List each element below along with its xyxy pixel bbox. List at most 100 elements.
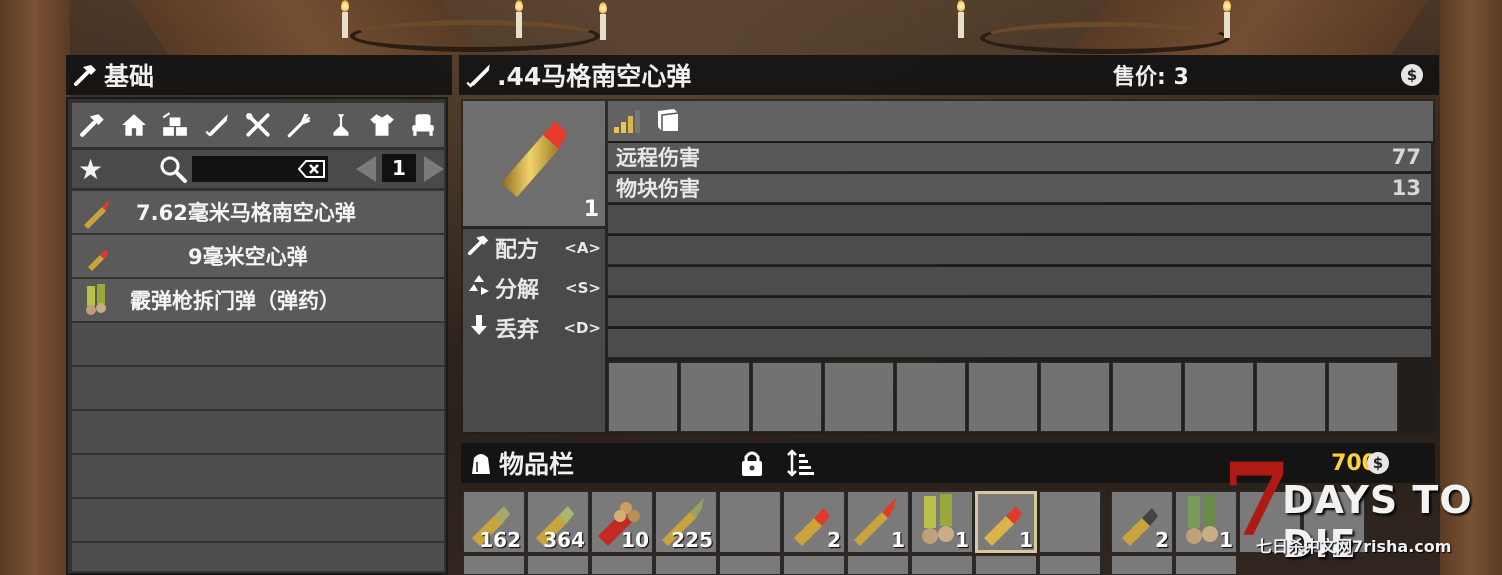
inventory-slot[interactable]: 162: [463, 491, 525, 553]
inventory-slot[interactable]: [655, 555, 717, 575]
ammo-icon[interactable]: [201, 109, 233, 141]
book-icon[interactable]: [654, 107, 682, 137]
slot-quantity: 2: [1155, 528, 1169, 552]
recipe-item[interactable]: 9毫米空心弹: [72, 235, 444, 279]
recipe-action-button[interactable]: 配方 <A>: [467, 231, 603, 265]
backpack-icon: [467, 449, 495, 477]
candle-flame: [957, 0, 965, 12]
hammer-icon[interactable]: [77, 109, 109, 141]
recipe-item-empty: [72, 367, 444, 411]
fork-icon[interactable]: [283, 109, 315, 141]
inventory-slot[interactable]: [719, 555, 781, 575]
stat-tabs: [608, 101, 1433, 141]
craft-header: 基础: [66, 55, 452, 95]
inventory-slot[interactable]: 10: [591, 491, 653, 553]
favorite-star-icon[interactable]: ★: [78, 153, 103, 186]
candle: [958, 12, 964, 38]
ingredient-slot[interactable]: [1328, 362, 1398, 432]
recipe-item-empty: [72, 543, 444, 573]
chandelier: [980, 22, 1230, 54]
ingredient-slot[interactable]: [896, 362, 966, 432]
drop-action-button[interactable]: 丢弃 <D>: [467, 311, 603, 345]
stat-value: 77: [1391, 145, 1421, 169]
ingredient-slot[interactable]: [752, 362, 822, 432]
rifle-round-icon: [72, 192, 122, 232]
stat-row-empty: [608, 327, 1431, 357]
hammer-icon: [72, 61, 100, 89]
blocks-icon[interactable]: [159, 109, 191, 141]
ammo-icon: [465, 61, 493, 89]
ingredient-slot[interactable]: [608, 362, 678, 432]
stat-row: 物块伤害 13: [608, 172, 1431, 202]
inventory-slot[interactable]: 1: [911, 491, 973, 553]
ceiling-beam: [0, 0, 70, 575]
inventory-slot[interactable]: [783, 555, 845, 575]
action-hotkey: <D>: [563, 319, 601, 337]
search-icon: [158, 154, 188, 188]
lock-icon[interactable]: [739, 449, 765, 483]
ingredient-slot[interactable]: [968, 362, 1038, 432]
prev-page-button[interactable]: [356, 156, 376, 182]
inventory-slot[interactable]: [591, 555, 653, 575]
hollow-point-icon: [501, 121, 567, 197]
inventory-slot[interactable]: [527, 555, 589, 575]
tools-icon[interactable]: [242, 109, 274, 141]
scrap-action-button[interactable]: 分解 <S>: [467, 271, 603, 305]
inventory-slot[interactable]: 225: [655, 491, 717, 553]
inventory-slot[interactable]: [911, 555, 973, 575]
ingredient-slot[interactable]: [680, 362, 750, 432]
inventory-slot[interactable]: [1039, 555, 1101, 575]
stat-row-empty: [608, 203, 1431, 233]
quality-bars-icon[interactable]: [614, 109, 642, 137]
ingredient-slot[interactable]: [1112, 362, 1182, 432]
ingredient-slot[interactable]: [1256, 362, 1326, 432]
inventory-slot[interactable]: [847, 555, 909, 575]
stat-row: 远程伤害 77: [608, 141, 1431, 171]
recipe-label: 7.62毫米马格南空心弹: [136, 201, 356, 225]
chair-icon[interactable]: [407, 109, 439, 141]
candle-flame: [1223, 0, 1231, 12]
inventory-slot[interactable]: 1: [847, 491, 909, 553]
next-page-button[interactable]: [424, 156, 444, 182]
inventory-slot[interactable]: [463, 555, 525, 575]
house-icon[interactable]: [118, 109, 150, 141]
inventory-slot[interactable]: 2: [783, 491, 845, 553]
slot-quantity: 225: [671, 528, 713, 552]
inventory-slot-empty[interactable]: [719, 491, 781, 553]
item-preview-slot: 1: [463, 101, 605, 226]
inventory-slot[interactable]: 364: [527, 491, 589, 553]
candle-flame: [599, 2, 607, 14]
inventory-slot[interactable]: 2: [1111, 491, 1173, 553]
recipe-item[interactable]: 霰弹枪拆门弹（弹药）: [72, 279, 444, 323]
ingredient-slot[interactable]: [1040, 362, 1110, 432]
slot-quantity: 364: [543, 528, 585, 552]
shirt-icon[interactable]: [366, 109, 398, 141]
science-icon[interactable]: [325, 109, 357, 141]
site-watermark: 七日杀中文网7risha.com: [1256, 537, 1452, 556]
action-label: 配方: [495, 238, 540, 263]
coin-icon: $: [1367, 452, 1389, 474]
shotgun-shell-icon: [72, 280, 122, 320]
craft-title: 基础: [104, 62, 155, 91]
inventory-slot[interactable]: [1111, 555, 1173, 575]
candle: [1224, 12, 1230, 38]
candle: [342, 12, 348, 38]
recipe-item[interactable]: 7.62毫米马格南空心弹: [72, 191, 444, 235]
search-row: ★ 1: [72, 150, 444, 188]
recipe-label: 霰弹枪拆门弹（弹药）: [130, 289, 340, 313]
stat-name: 物块伤害: [616, 177, 700, 201]
ingredient-slot[interactable]: [824, 362, 894, 432]
inventory-slot-empty[interactable]: [1039, 491, 1101, 553]
inventory-slot-selected[interactable]: 1: [975, 491, 1037, 553]
recipe-item-empty: [72, 455, 444, 499]
action-label: 分解: [495, 278, 540, 303]
inventory-slot[interactable]: [975, 555, 1037, 575]
stat-row-empty: [608, 234, 1431, 264]
sort-icon[interactable]: [787, 449, 815, 483]
recipe-label: 9毫米空心弹: [188, 245, 308, 269]
ingredient-slot[interactable]: [1184, 362, 1254, 432]
craft-panel: ★ 1 7.62毫米马格南空心弹 9毫米空心弹 霰弹枪拆门弹（弹药）: [66, 97, 448, 575]
slot-quantity: 162: [479, 528, 521, 552]
clear-search-icon[interactable]: [297, 159, 326, 183]
chandelier: [350, 20, 600, 52]
